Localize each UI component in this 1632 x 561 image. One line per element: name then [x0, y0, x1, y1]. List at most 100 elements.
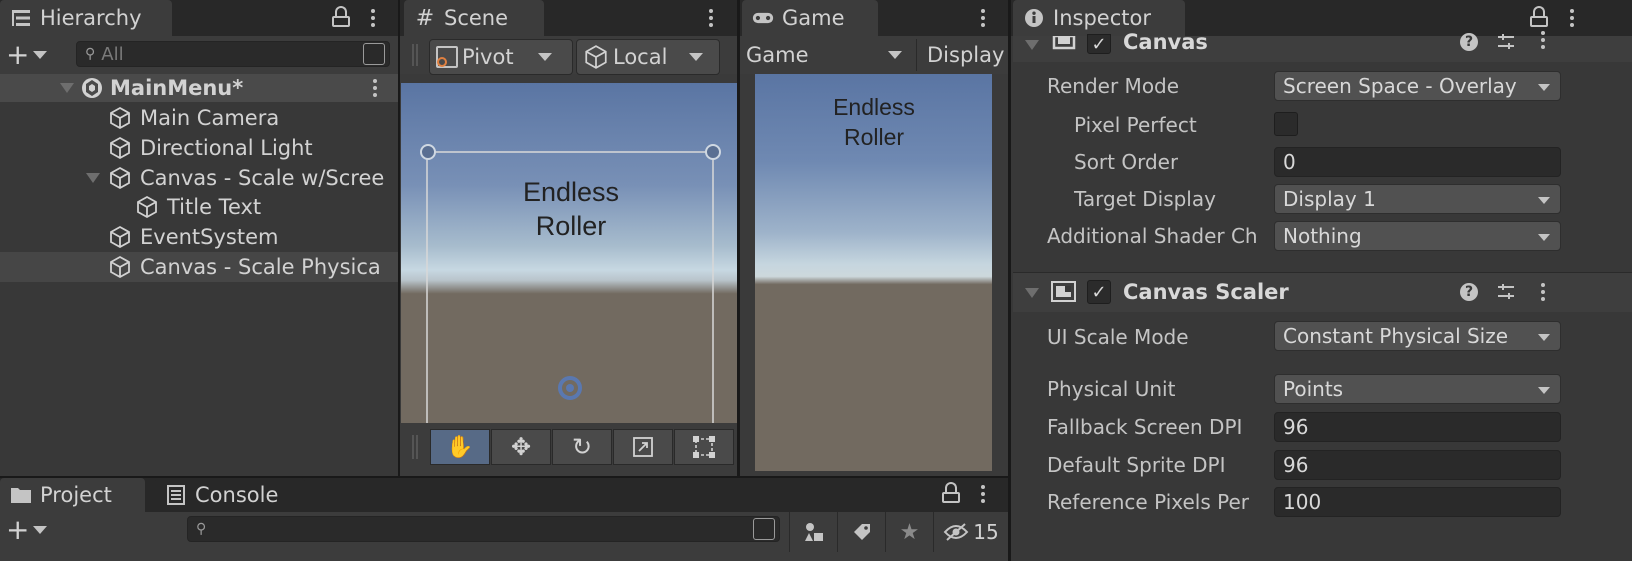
move-tool-button[interactable]: ✥ [491, 429, 551, 465]
sprite-dpi-field[interactable]: 96 [1274, 450, 1561, 480]
project-search-input[interactable]: ⚲ [187, 516, 780, 542]
eye-slash-icon [943, 523, 969, 541]
canvas-rect-gizmo[interactable] [401, 83, 737, 423]
lock-icon[interactable] [332, 6, 350, 28]
game-mode-dropdown[interactable]: Game [746, 39, 906, 71]
scene-title-text: Endless Roller [522, 177, 620, 241]
hierarchy-item[interactable]: Canvas - Scale w/Scree [0, 163, 398, 193]
info-icon [1023, 7, 1045, 29]
hierarchy-item-label: Title Text [167, 195, 262, 219]
target-display-dropdown[interactable]: Display 1 [1274, 184, 1561, 214]
tab-console[interactable]: Console [155, 478, 305, 512]
hierarchy-icon [10, 7, 32, 29]
plus-icon: + [6, 38, 30, 71]
tab-game[interactable]: Game [742, 0, 878, 36]
tab-label: Game [782, 6, 845, 30]
ref-pixels-value: 100 [1283, 490, 1322, 514]
ui-scale-mode-dropdown[interactable]: Constant Physical Size [1274, 321, 1561, 351]
project-toolbar: + ⚲ ★ 15 [0, 512, 1008, 561]
hierarchy-item-label: Main Camera [140, 106, 280, 130]
hidden-count: 15 [973, 520, 999, 544]
search-options-icon[interactable] [753, 518, 775, 540]
star-icon: ★ [899, 519, 920, 545]
create-button[interactable]: + [6, 41, 54, 69]
tab-project[interactable]: Project [0, 478, 145, 512]
lock-icon[interactable] [942, 482, 960, 504]
project-panel: Project Console + ⚲ ★ 15 [0, 478, 1008, 561]
shader-channels-dropdown[interactable]: Nothing [1274, 221, 1561, 251]
component-more-icon[interactable] [1534, 28, 1552, 52]
console-icon [165, 484, 187, 506]
gameobject-cube-icon [110, 106, 130, 130]
rect-transform-icon [693, 436, 715, 458]
hand-tool-button[interactable]: ✋ [430, 429, 490, 465]
lock-icon[interactable] [1530, 6, 1548, 28]
local-dropdown[interactable]: Local [576, 39, 720, 75]
foldout-arrow-icon[interactable] [1025, 40, 1039, 50]
physical-unit-label: Physical Unit [1047, 377, 1176, 401]
hierarchy-item[interactable]: Directional Light [0, 133, 398, 163]
more-icon[interactable] [974, 4, 992, 32]
filter-by-type-button[interactable] [789, 512, 837, 552]
more-icon[interactable] [1563, 4, 1581, 32]
tab-label: Console [195, 483, 279, 507]
scene-more-icon[interactable] [366, 74, 384, 102]
shader-channels-label: Additional Shader Ch [1047, 224, 1258, 248]
sort-order-label: Sort Order [1074, 150, 1179, 174]
game-viewport[interactable]: Endless Roller [755, 74, 992, 471]
hierarchy-item[interactable]: Main Camera [0, 103, 398, 133]
ref-pixels-field[interactable]: 100 [1274, 487, 1561, 517]
hierarchy-search-input[interactable]: ⚲ All [76, 41, 390, 67]
foldout-arrow-icon[interactable] [86, 173, 100, 183]
rotate-tool-button[interactable]: ↻ [552, 429, 612, 465]
canvas-scaler-enabled-checkbox[interactable]: ✓ [1087, 280, 1111, 304]
help-icon[interactable]: ? [1460, 283, 1478, 301]
hidden-packages-button[interactable]: 15 [933, 512, 1008, 552]
foldout-arrow-icon[interactable] [60, 83, 74, 93]
scene-row[interactable]: MainMenu* [0, 74, 398, 102]
rotate-icon: ↻ [571, 433, 593, 461]
canvas-enabled-checkbox[interactable]: ✓ [1087, 34, 1111, 55]
hierarchy-item-label: Directional Light [140, 136, 313, 160]
tab-scene[interactable]: # Scene [404, 0, 544, 36]
hierarchy-panel: Hierarchy + ⚲ All MainMenu* Main Camera … [0, 0, 398, 476]
chevron-down-icon [1538, 84, 1550, 91]
tab-hierarchy[interactable]: Hierarchy [0, 0, 172, 36]
search-options-icon[interactable] [363, 43, 385, 65]
local-cube-icon [585, 45, 607, 69]
more-icon[interactable] [974, 480, 992, 508]
hierarchy-item-selected[interactable]: Canvas - Scale Physica [0, 252, 398, 282]
project-create-button[interactable]: + [6, 516, 54, 544]
project-tabbar: Project Console [0, 478, 1008, 512]
filter-by-label-button[interactable] [837, 512, 885, 552]
toolbar-grip [412, 435, 418, 459]
chevron-down-icon [1538, 197, 1550, 204]
scene-panel: # Scene Pivot Local Endless Roller ✋ ✥ ↻ [400, 0, 737, 476]
tab-label: Scene [444, 6, 509, 30]
display-dropdown[interactable]: Display [916, 39, 1008, 71]
help-icon[interactable]: ? [1460, 33, 1478, 51]
gameobject-cube-icon [110, 225, 130, 249]
physical-unit-dropdown[interactable]: Points [1274, 374, 1561, 404]
pixel-perfect-checkbox[interactable] [1274, 112, 1298, 136]
component-more-icon[interactable] [1534, 278, 1552, 306]
favorites-button[interactable]: ★ [885, 512, 933, 552]
scale-tool-button[interactable] [613, 429, 673, 465]
gameobject-cube-icon [110, 136, 130, 160]
sprite-dpi-value: 96 [1283, 453, 1309, 477]
pivot-dropdown[interactable]: Pivot [429, 39, 573, 75]
rect-tool-button[interactable] [674, 429, 734, 465]
hierarchy-item[interactable]: EventSystem [0, 222, 398, 252]
scene-viewport[interactable]: Endless Roller [401, 83, 737, 423]
foldout-arrow-icon[interactable] [1025, 288, 1039, 298]
hierarchy-item[interactable]: Title Text [0, 192, 398, 222]
more-icon[interactable] [702, 4, 720, 32]
tag-icon [853, 524, 870, 540]
physical-unit-value: Points [1283, 377, 1344, 401]
render-mode-dropdown[interactable]: Screen Space - Overlay [1274, 71, 1561, 101]
sort-order-field[interactable]: 0 [1274, 147, 1561, 177]
fallback-dpi-field[interactable]: 96 [1274, 412, 1561, 442]
presets-icon[interactable] [1496, 282, 1516, 302]
more-icon[interactable] [364, 4, 382, 32]
presets-icon[interactable] [1496, 32, 1516, 52]
